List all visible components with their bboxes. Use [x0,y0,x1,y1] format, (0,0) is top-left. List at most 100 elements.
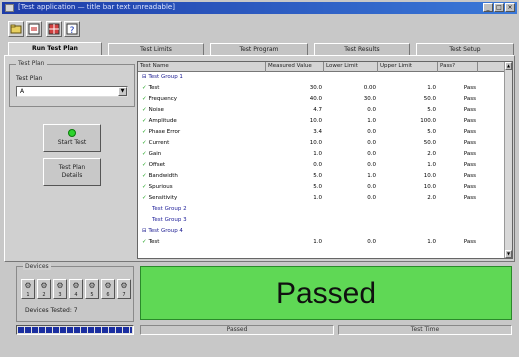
pass-fail: Pass [463,96,476,102]
device-icon: ⚙ [88,281,96,290]
check-icon: ✓ [142,140,147,146]
tab-test-limits[interactable]: Test Limits [108,43,204,55]
row-name: Test Group 2 [152,205,274,214]
tab-test-setup[interactable]: Test Setup [416,43,514,55]
check-icon: ✓ [142,151,147,157]
run-test-plan-panel: Test Plan Test Plan A ▼ Start Test Test … [4,55,515,262]
measured-value: 0.0 [313,162,322,168]
tab-run-test-plan[interactable]: Run Test Plan [8,42,102,56]
table-row[interactable]: ✓ Phase Error 3.4 0.0 5.0 Pass [138,128,506,137]
upper-limit: 50.0 [423,140,436,146]
devices-group: Devices ⚙ 1 ⚙ 2 ⚙ 3 ⚙ 4 ⚙ 5 ⚙ 6 ⚙ 7 Devices Tested: 7 [16,263,134,322]
table-row[interactable]: ✓ Bandwidth 5.0 1.0 10.0 Pass [138,172,506,181]
tab-test-results[interactable]: Test Results [314,43,410,55]
row-name: ✓ Offset [142,161,264,170]
group-row[interactable]: ⊟ Test Group 1 [138,73,506,82]
result-text: Passed [275,277,377,310]
lower-limit: 1.0 [367,173,376,179]
row-name-text: Test Group 2 [152,206,187,212]
measured-value: 5.0 [313,173,322,179]
test-plan-details-button[interactable]: Test Plan Details [43,158,101,186]
results-grid[interactable]: Test Name Measured Value Lower Limit Upp… [137,61,513,259]
col-header-upper[interactable]: Upper Limit [378,62,438,72]
status-center: Passed [140,325,334,335]
check-icon: ✓ [142,195,147,201]
chevron-down-icon[interactable]: ▼ [118,87,127,96]
test-plan-label: Test Plan [16,75,43,82]
row-name: ✓ Bandwidth [142,172,264,181]
test-plan-select[interactable]: A ▼ [16,86,128,97]
device-button[interactable]: ⚙ 1 [21,279,35,299]
row-name: ✓ Current [142,139,264,148]
lower-limit: 30.0 [363,96,376,102]
pass-fail: Pass [463,151,476,157]
scroll-up-icon[interactable]: ▲ [505,62,512,70]
group-row[interactable]: Test Group 2 [138,205,506,214]
maximize-button[interactable]: □ [494,3,504,12]
start-test-button[interactable]: Start Test [43,124,101,152]
status-bar: Passed Test Time [4,324,515,336]
tab-strip: Run Test Plan Test Limits Test Program T… [8,42,515,56]
lower-limit: 0.0 [367,140,376,146]
device-icon: ⚙ [104,281,112,290]
check-icon: ✓ [142,239,147,245]
app-icon [5,4,14,12]
table-row[interactable]: ✓ Sensitivity 1.0 0.0 2.0 Pass [138,194,506,203]
tab-test-program[interactable]: Test Program [210,43,308,55]
col-header-test-name[interactable]: Test Name [138,62,266,72]
grid-icon[interactable] [46,21,62,37]
table-row[interactable]: ✓ Frequency 40.0 30.0 50.0 Pass [138,95,506,104]
measured-value: 1.0 [313,239,322,245]
status-right: Test Time [338,325,512,335]
device-button[interactable]: ⚙ 4 [69,279,83,299]
table-row[interactable]: ✓ Current 10.0 0.0 50.0 Pass [138,139,506,148]
group-title: Test Plan [16,60,47,67]
table-row[interactable]: ✓ Amplitude 10.0 1.0 100.0 Pass [138,117,506,126]
row-name-text: Current [148,140,170,146]
row-name-text: Test Group 1 [148,74,183,80]
device-icon: ⚙ [72,281,80,290]
row-name-text: Phase Error [148,129,181,135]
table-row[interactable]: ✓ Offset 0.0 0.0 1.0 Pass [138,161,506,170]
table-row[interactable]: ✓ Test 1.0 0.0 1.0 Pass [138,238,506,247]
device-button[interactable]: ⚙ 7 [117,279,131,299]
close-button[interactable]: × [505,3,515,12]
device-button[interactable]: ⚙ 5 [85,279,99,299]
pass-fail: Pass [463,184,476,190]
row-name: ✓ Test [142,238,264,247]
table-row[interactable]: ✓ Noise 4.7 0.0 5.0 Pass [138,106,506,115]
minimize-button[interactable]: _ [483,3,493,12]
grid-scrollbar[interactable]: ▲ ▼ [504,62,512,258]
check-icon: ✓ [142,129,147,135]
device-button[interactable]: ⚙ 3 [53,279,67,299]
measured-value: 1.0 [313,151,322,157]
row-name-text: Noise [148,107,164,113]
scroll-down-icon[interactable]: ▼ [505,250,512,258]
col-header-measured[interactable]: Measured Value [266,62,324,72]
start-test-label: Start Test [57,139,87,146]
group-row[interactable]: ⊟ Test Group 4 [138,227,506,236]
group-row[interactable]: Test Group 3 [138,216,506,225]
col-header-lower[interactable]: Lower Limit [324,62,378,72]
details-label-line2: Details [61,172,83,179]
device-number: 4 [74,292,78,298]
device-button[interactable]: ⚙ 6 [101,279,115,299]
row-name-text: Test Group 3 [152,217,187,223]
row-name: ✓ Gain [142,150,264,159]
table-row[interactable]: ✓ Test 30.0 0.00 1.0 Pass [138,84,506,93]
config-icon[interactable] [26,21,42,37]
device-icon: ⚙ [24,281,32,290]
check-icon: ✓ [142,118,147,124]
table-row[interactable]: ✓ Gain 1.0 0.0 2.0 Pass [138,150,506,159]
row-name-text: Offset [148,162,166,168]
upper-limit: 5.0 [427,129,436,135]
row-name-text: Sensitivity [148,195,178,201]
help-icon[interactable]: ? [64,21,80,37]
check-icon: ✓ [142,173,147,179]
open-icon[interactable] [8,21,24,37]
device-button[interactable]: ⚙ 2 [37,279,51,299]
window-title: [Test application — title bar text unrea… [18,3,175,11]
check-icon: ✓ [142,85,147,91]
table-row[interactable]: ✓ Spurious 5.0 0.0 10.0 Pass [138,183,506,192]
col-header-pass[interactable]: Pass? [438,62,478,72]
